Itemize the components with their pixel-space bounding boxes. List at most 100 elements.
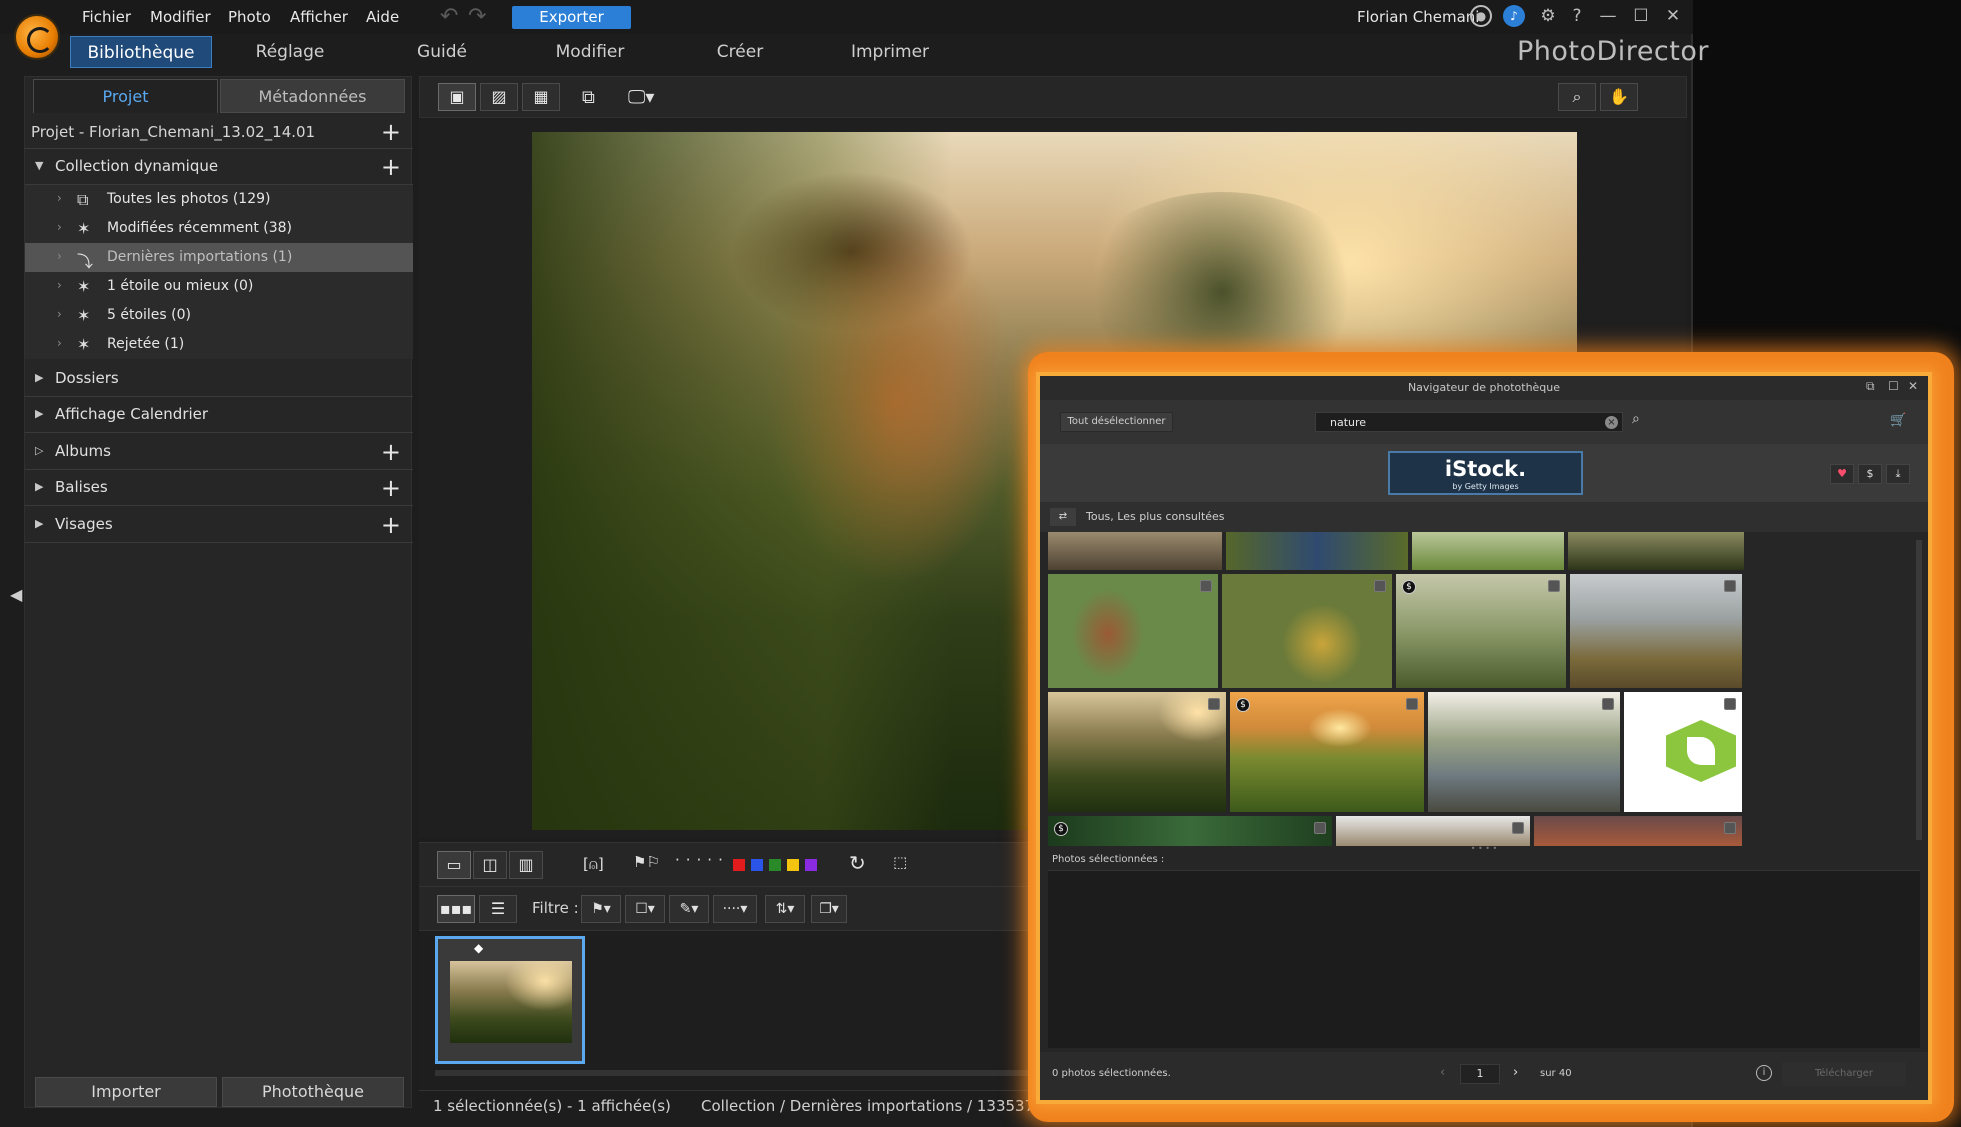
stock-photo[interactable] (1048, 574, 1218, 688)
select-checkbox[interactable] (1512, 822, 1524, 834)
redo-icon[interactable]: ↷ (468, 4, 486, 29)
stock-photo[interactable] (1226, 532, 1408, 570)
export-button[interactable]: Exporter (512, 6, 631, 29)
add-album-icon[interactable]: + (381, 440, 401, 464)
filter-rating-dropdown[interactable]: ····▾ (713, 895, 757, 923)
favorites-icon[interactable]: ♥ (1830, 464, 1854, 484)
layout-double-button[interactable]: ◫ (473, 851, 507, 879)
color-label-red[interactable] (733, 859, 745, 871)
menu-edit[interactable]: Modifier (150, 8, 211, 26)
stock-photo[interactable] (1568, 532, 1744, 570)
cart-icon[interactable]: 🛒 (1890, 413, 1906, 428)
close-icon[interactable]: ✕ (1908, 379, 1918, 393)
stock-photo[interactable] (1428, 692, 1620, 812)
minimize-icon[interactable]: — (1597, 5, 1619, 27)
download-button[interactable]: Télécharger (1782, 1062, 1906, 1086)
display-icon[interactable]: 🖵▾ (628, 87, 654, 108)
library-button[interactable]: Photothèque (222, 1077, 404, 1107)
collection-item-one-star[interactable]: › ✶ 1 étoile ou mieux (0) (25, 272, 413, 301)
view-grid-button[interactable]: ▦ (522, 83, 560, 111)
color-label-purple[interactable] (805, 859, 817, 871)
maximize-icon[interactable]: ☐ (1630, 5, 1652, 27)
tab-metadata[interactable]: Métadonnées (220, 79, 405, 113)
tab-guided[interactable]: Guidé (392, 36, 492, 68)
select-checkbox[interactable] (1406, 698, 1418, 710)
select-checkbox[interactable] (1200, 580, 1212, 592)
tab-create[interactable]: Créer (690, 36, 790, 68)
gear-icon[interactable]: ⚙ (1537, 5, 1559, 27)
tab-print[interactable]: Imprimer (838, 36, 942, 68)
color-label-green[interactable] (769, 859, 781, 871)
import-button[interactable]: Importer (35, 1077, 217, 1107)
stock-photo[interactable]: $ (1048, 816, 1332, 846)
stock-photo[interactable] (1534, 816, 1742, 846)
notification-icon[interactable]: ♪ (1503, 5, 1525, 27)
downloaded-icon[interactable]: ⤓ (1886, 464, 1910, 484)
user-icon[interactable]: ● (1470, 5, 1492, 27)
stock-photo[interactable] (1048, 532, 1222, 570)
compare-icon[interactable]: ⧉ (582, 87, 595, 108)
rating-stars-icon[interactable]: ····· (675, 851, 729, 869)
next-page-icon[interactable]: › (1513, 1065, 1518, 1080)
filmstrip-view-button[interactable]: ▪▪▪ (437, 895, 475, 923)
select-checkbox[interactable] (1724, 580, 1736, 592)
stock-photo[interactable] (1222, 574, 1392, 688)
view-browser-button[interactable]: ▣ (438, 83, 476, 111)
collapse-panel-icon[interactable]: ◀ (10, 585, 22, 604)
select-checkbox[interactable] (1602, 698, 1614, 710)
add-face-icon[interactable]: + (381, 513, 401, 537)
stock-photo[interactable] (1048, 692, 1226, 812)
filter-edit-dropdown[interactable]: ✎▾ (669, 895, 709, 923)
menu-photo[interactable]: Photo (228, 8, 271, 26)
resize-handle[interactable]: • • • • (1040, 845, 1928, 853)
section-folders[interactable]: ▶ Dossiers (25, 361, 413, 397)
color-label-blue[interactable] (751, 859, 763, 871)
add-collection-icon[interactable]: + (381, 155, 401, 179)
section-calendar[interactable]: ▶ Affichage Calendrier (25, 397, 413, 433)
select-checkbox[interactable] (1548, 580, 1560, 592)
tab-library[interactable]: Bibliothèque (70, 36, 212, 68)
filmstrip-thumbnail[interactable]: ◆ (435, 936, 585, 1064)
pan-button[interactable]: ✋ (1600, 83, 1638, 111)
view-single-button[interactable]: ▨ (480, 83, 518, 111)
menu-file[interactable]: Fichier (82, 8, 131, 26)
crop-icon[interactable]: ⬚ (893, 853, 907, 871)
deselect-all-button[interactable]: Tout désélectionner (1060, 412, 1173, 432)
tab-project[interactable]: Projet (33, 79, 218, 113)
add-tag-icon[interactable]: + (381, 476, 401, 500)
help-icon[interactable]: ? (1566, 5, 1588, 27)
tab-adjust[interactable]: Réglage (240, 36, 340, 68)
add-project-icon[interactable]: + (381, 120, 401, 144)
collection-item-all-photos[interactable]: › ⧉ Toutes les photos (129) (25, 185, 413, 214)
browser-scrollbar[interactable] (1916, 540, 1922, 840)
filter-settings-icon[interactable]: ⇄ (1050, 508, 1076, 526)
previous-page-icon[interactable]: ‹ (1440, 1065, 1445, 1080)
clear-search-icon[interactable]: × (1605, 416, 1618, 429)
filmstrip-scrollbar[interactable] (435, 1070, 1035, 1076)
info-icon[interactable]: i (1756, 1065, 1772, 1081)
stock-photo[interactable] (1624, 692, 1742, 812)
flag-icon[interactable]: ⚑⚐ (633, 853, 660, 871)
select-checkbox[interactable] (1208, 698, 1220, 710)
section-albums[interactable]: ▷ Albums + (25, 434, 413, 470)
stock-photo[interactable] (1412, 532, 1564, 570)
zoom-button[interactable]: ⌕ (1558, 83, 1596, 111)
popout-icon[interactable]: ⧉ (1866, 379, 1875, 394)
menu-help[interactable]: Aide (366, 8, 399, 26)
menu-view[interactable]: Afficher (290, 8, 348, 26)
collection-item-last-imports[interactable]: › ⤵ Dernières importations (1) (25, 243, 413, 272)
collection-item-rejected[interactable]: › ✶ Rejetée (1) (25, 330, 413, 359)
stock-photo[interactable]: $ (1230, 692, 1424, 812)
dynamic-collection-header[interactable]: ▼ Collection dynamique + (25, 149, 413, 185)
search-icon[interactable]: ⌕ (1632, 411, 1640, 427)
stock-photo[interactable]: $ (1396, 574, 1566, 688)
stock-photo[interactable] (1336, 816, 1530, 846)
collection-item-five-stars[interactable]: › ✶ 5 étoiles (0) (25, 301, 413, 330)
search-input[interactable]: nature × (1315, 412, 1623, 432)
filter-color-dropdown[interactable]: ☐▾ (625, 895, 665, 923)
filter-flag-dropdown[interactable]: ⚑▾ (581, 895, 621, 923)
select-checkbox[interactable] (1314, 822, 1326, 834)
purchased-icon[interactable]: $ (1858, 464, 1882, 484)
section-tags[interactable]: ▶ Balises + (25, 470, 413, 506)
layout-triple-button[interactable]: ▥ (509, 851, 543, 879)
